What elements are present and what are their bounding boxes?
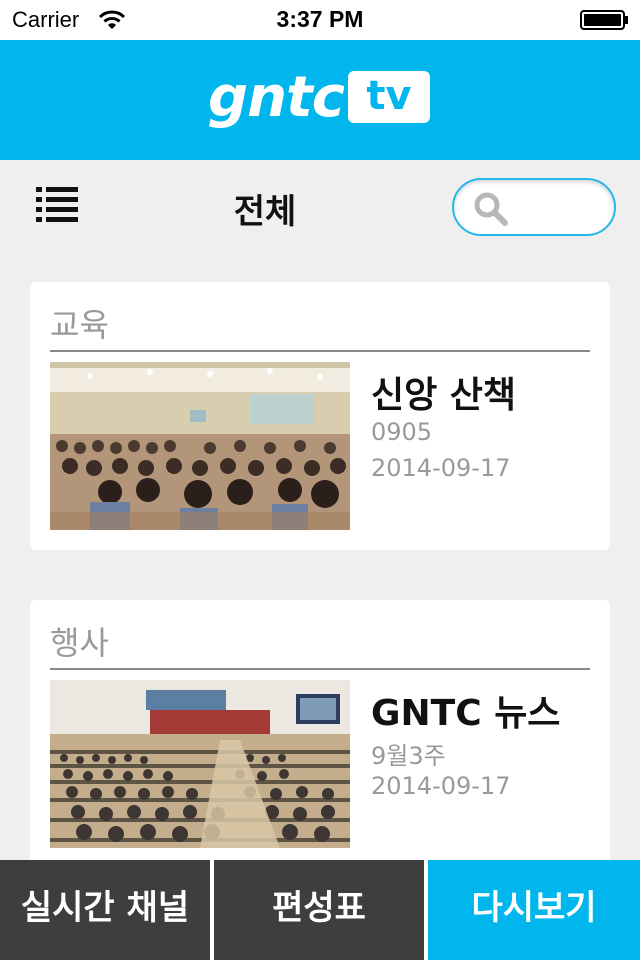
video-date: 2014-09-17 [371, 454, 511, 482]
video-card[interactable]: 교육 신앙 산책 0905 2014-09-17 [30, 282, 610, 550]
search-input[interactable] [514, 190, 604, 226]
app-header: gntc tv [0, 40, 640, 160]
tab-replay[interactable]: 다시보기 [428, 860, 640, 960]
clock-label: 3:37 PM [276, 6, 364, 32]
video-thumbnail[interactable] [50, 362, 350, 530]
card-divider [50, 668, 590, 670]
video-title[interactable]: 신앙 산책 [371, 366, 516, 418]
card-category: 교육 [50, 306, 109, 344]
video-date: 2014-09-17 [371, 772, 511, 800]
tab-schedule[interactable]: 편성표 [214, 860, 424, 960]
search-icon[interactable] [474, 192, 508, 226]
video-title[interactable]: GNTC 뉴스 [371, 684, 560, 736]
menu-icon[interactable] [36, 184, 78, 224]
page-title: 전체 [233, 192, 297, 232]
video-card[interactable]: 행사 GNTC 뉴스 9월3주 2014-09-17 [30, 600, 610, 900]
video-subtitle: 9월3주 [371, 742, 446, 770]
status-bar: Carrier 3:37 PM [0, 0, 640, 40]
logo-text: gntc [208, 65, 345, 130]
video-thumbnail[interactable] [50, 680, 350, 848]
tab-live-channel[interactable]: 실시간 채널 [0, 860, 210, 960]
logo-badge: tv [348, 71, 430, 123]
bottom-tab-bar: 실시간 채널 편성표 다시보기 [0, 860, 640, 960]
search-box[interactable] [452, 178, 616, 236]
card-category: 행사 [50, 624, 109, 662]
battery-icon [580, 10, 628, 30]
toolbar: 전체 [0, 160, 640, 260]
card-divider [50, 350, 590, 352]
video-subtitle: 0905 [371, 418, 433, 446]
